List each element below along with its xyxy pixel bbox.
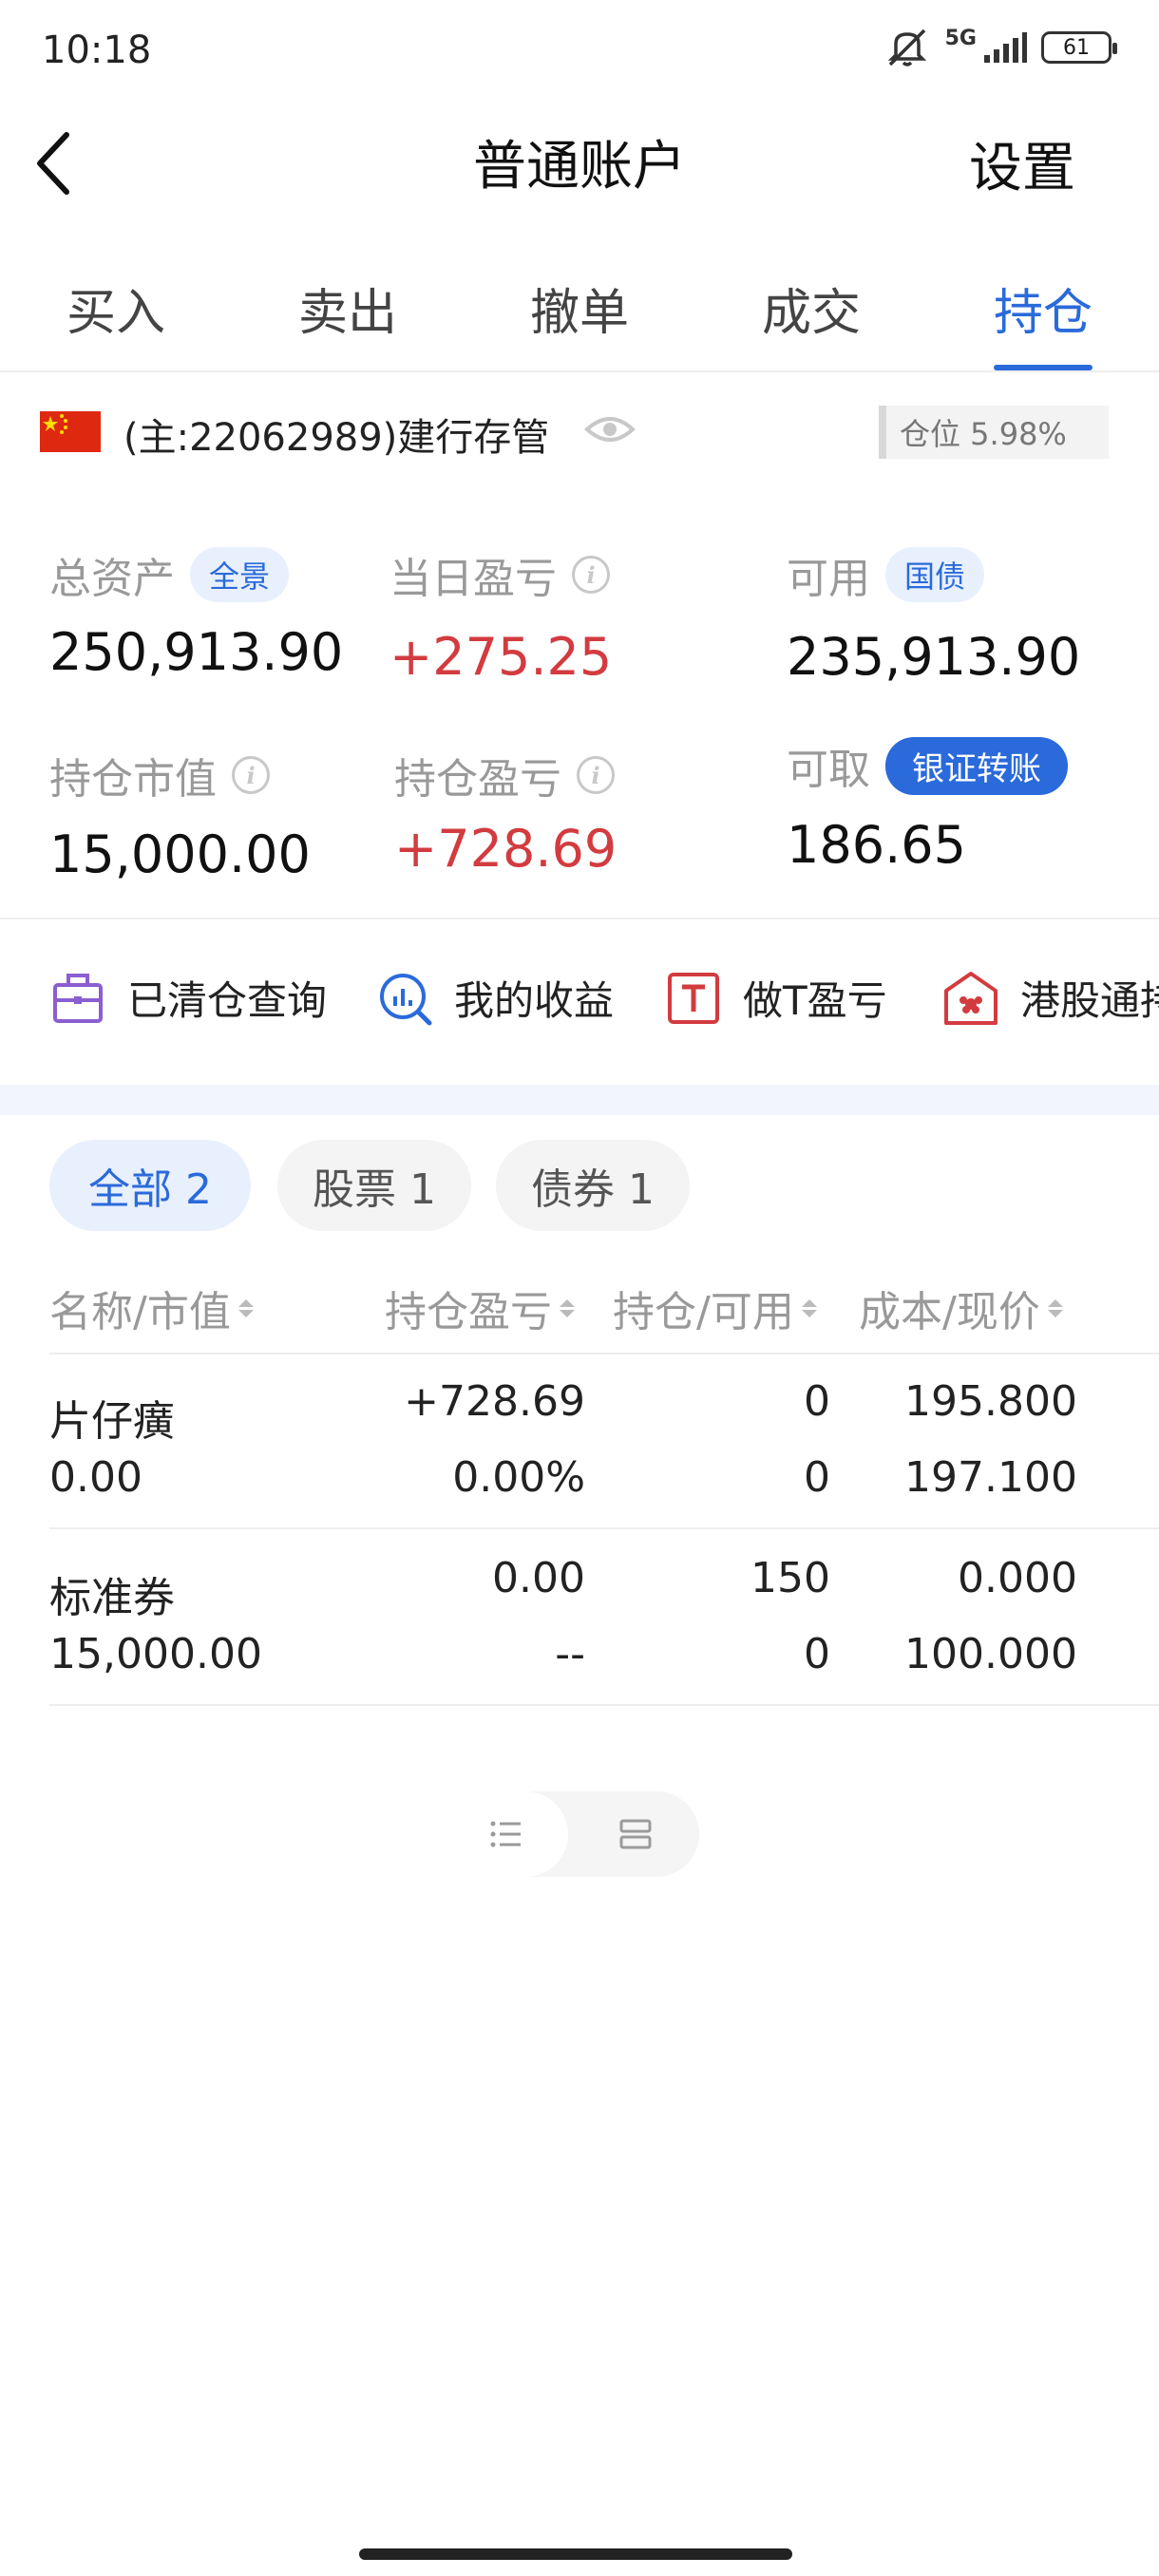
battery-icon: 61 xyxy=(1041,31,1117,64)
daily-pnl-label-text: 当日盈亏 xyxy=(390,555,557,603)
row-market-value: 15,000.00 xyxy=(49,1630,262,1678)
filter-bonds[interactable]: 债券 1 xyxy=(496,1140,690,1231)
row-available: 0 xyxy=(804,1453,830,1502)
panorama-chip[interactable]: 全景 xyxy=(190,547,290,602)
row-pnl: 0.00 xyxy=(492,1554,585,1602)
sort-icon xyxy=(1047,1298,1063,1317)
treasury-chip[interactable]: 国债 xyxy=(885,547,985,602)
status-icons: 5G 61 xyxy=(883,27,1117,68)
withdrawable-value: 186.65 xyxy=(787,815,966,875)
quick-link-label: 我的收益 xyxy=(454,977,615,1024)
total-assets-value: 250,913.90 xyxy=(49,622,344,682)
view-toggle xyxy=(445,1791,699,1877)
row-price: 100.000 xyxy=(904,1630,1077,1678)
row-name: 标准券 xyxy=(49,1574,175,1622)
column-header-label: 持仓盈亏 xyxy=(385,1288,552,1336)
daily-pnl-value: +275.25 xyxy=(390,627,613,687)
info-icon[interactable]: i xyxy=(232,756,270,794)
quick-link-label: 做T盈亏 xyxy=(743,977,887,1024)
briefcase-icon xyxy=(53,973,103,1023)
market-value-value: 15,000.00 xyxy=(49,824,311,884)
filter-all[interactable]: 全部 2 xyxy=(49,1140,251,1231)
column-header-cost[interactable]: 成本/现价 xyxy=(859,1278,1063,1338)
total-assets-label-text: 总资产 xyxy=(49,555,175,603)
position-pnl-label: 持仓盈亏 i xyxy=(394,745,615,805)
chart-search-icon xyxy=(380,973,432,1025)
quick-link-cleared[interactable]: 已清仓查询 xyxy=(49,969,327,1027)
row-name: 片仔癀 xyxy=(49,1397,175,1446)
card-icon xyxy=(619,1819,652,1849)
settings-button[interactable]: 设置 xyxy=(969,125,1075,202)
section-band xyxy=(0,1085,1159,1115)
position-pnl-label-text: 持仓盈亏 xyxy=(394,755,561,804)
quick-link-label: 港股通持 xyxy=(1020,977,1159,1024)
available-label-text: 可用 xyxy=(787,555,870,603)
row-cost: 195.800 xyxy=(904,1377,1077,1426)
trade-tabs: 买入 卖出 撤单 成交 持仓 xyxy=(0,261,1159,370)
sort-icon xyxy=(238,1298,254,1317)
total-assets-label: 总资产 全景 xyxy=(49,544,290,605)
tab-sell[interactable]: 卖出 xyxy=(232,261,464,370)
filter-stocks[interactable]: 股票 1 xyxy=(277,1140,471,1231)
sort-icon xyxy=(560,1298,575,1317)
hk-icon xyxy=(944,971,998,1025)
bank-transfer-button[interactable]: 银证转账 xyxy=(885,736,1068,795)
list-icon xyxy=(490,1821,521,1847)
info-icon[interactable]: i xyxy=(572,556,610,594)
back-button[interactable] xyxy=(28,125,86,201)
quick-link-earnings[interactable]: 我的收益 xyxy=(376,969,614,1027)
column-header-label: 名称/市值 xyxy=(49,1288,231,1336)
tab-positions[interactable]: 持仓 xyxy=(927,261,1159,370)
network-label: 5G xyxy=(944,27,977,50)
row-pnl-pct: -- xyxy=(555,1630,585,1678)
list-view-button[interactable] xyxy=(445,1791,568,1877)
home-indicator[interactable] xyxy=(359,2548,792,2560)
row-available: 0 xyxy=(804,1630,830,1678)
mute-icon xyxy=(887,28,926,66)
withdrawable-label-text: 可取 xyxy=(787,746,870,794)
card-view-button[interactable] xyxy=(572,1791,699,1877)
row-pnl: +728.69 xyxy=(404,1377,585,1426)
row-position: 0 xyxy=(804,1377,830,1426)
withdrawable-label: 可取 银证转账 xyxy=(787,735,1068,796)
position-ratio-badge: 仓位 5.98% xyxy=(879,406,1109,459)
row-market-value: 0.00 xyxy=(49,1453,142,1502)
tab-buy[interactable]: 买入 xyxy=(0,261,232,370)
tab-cancel[interactable]: 撤单 xyxy=(464,261,695,370)
position-pnl-value: +728.69 xyxy=(394,819,618,879)
available-value: 235,913.90 xyxy=(787,627,1081,687)
column-header-name[interactable]: 名称/市值 xyxy=(49,1278,254,1338)
t-box-icon xyxy=(668,972,719,1024)
column-header-pnl[interactable]: 持仓盈亏 xyxy=(385,1278,575,1338)
row-position: 150 xyxy=(750,1554,830,1602)
row-cost: 0.000 xyxy=(958,1554,1077,1602)
quick-link-t-trade[interactable]: 做T盈亏 xyxy=(665,969,887,1027)
market-value-label: 持仓市值 i xyxy=(49,745,270,805)
sort-icon xyxy=(801,1298,817,1317)
signal-icon xyxy=(984,32,1027,63)
daily-pnl-label: 当日盈亏 i xyxy=(390,544,610,605)
battery-level: 61 xyxy=(1063,35,1090,60)
info-icon[interactable]: i xyxy=(577,756,615,794)
divider xyxy=(0,918,1159,919)
eye-icon[interactable] xyxy=(583,408,636,450)
divider xyxy=(49,1704,1159,1706)
tab-deals[interactable]: 成交 xyxy=(695,261,927,370)
available-label: 可用 国债 xyxy=(787,544,985,605)
china-flag-icon xyxy=(40,411,101,452)
column-header-label: 持仓/可用 xyxy=(613,1288,794,1336)
row-price: 197.100 xyxy=(904,1453,1077,1502)
column-header-position[interactable]: 持仓/可用 xyxy=(613,1278,817,1338)
column-header-label: 成本/现价 xyxy=(859,1288,1040,1336)
row-pnl-pct: 0.00% xyxy=(452,1453,585,1502)
chevron-left-icon xyxy=(37,132,69,195)
divider xyxy=(0,370,1159,372)
status-time: 10:18 xyxy=(42,28,152,72)
account-selector[interactable]: (主:22062989)建行存管 xyxy=(124,407,549,462)
market-value-label-text: 持仓市值 xyxy=(49,755,217,804)
quick-link-hk-connect[interactable]: 港股通持 xyxy=(942,969,1159,1027)
quick-link-label: 已清仓查询 xyxy=(127,977,328,1024)
